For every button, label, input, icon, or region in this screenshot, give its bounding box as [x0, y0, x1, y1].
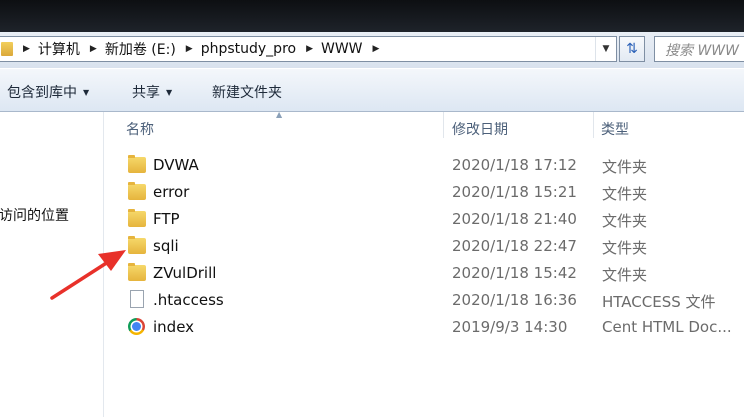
file-date: 2020/1/18 15:21 [452, 183, 577, 201]
column-header-type[interactable]: 类型 [594, 112, 744, 142]
address-bar[interactable]: ▶ 计算机 ▶ 新加卷 (E:) ▶ phpstudy_pro ▶ WWW ▶ … [0, 36, 617, 62]
command-toolbar: 包含到库中 ▼ 共享 ▼ 新建文件夹 [0, 68, 744, 112]
breadcrumb-phpstudy[interactable]: ▶ phpstudy_pro [176, 37, 296, 61]
file-name: .htaccess [153, 291, 224, 309]
new-folder-button[interactable]: 新建文件夹 [212, 82, 282, 102]
share-button[interactable]: 共享 ▼ [132, 82, 172, 102]
file-name: ZVulDrill [153, 264, 217, 282]
file-row-zvuldrill[interactable]: ZVulDrill 2020/1/18 15:42 文件夹 [104, 260, 744, 287]
file-row-index[interactable]: index 2019/9/3 14:30 Cent HTML Doc... [104, 314, 744, 341]
column-header-label: 名称 [126, 122, 154, 138]
file-row-ftp[interactable]: FTP 2020/1/18 21:40 文件夹 [104, 206, 744, 233]
file-name: error [153, 183, 190, 201]
caret-down-icon: ▼ [83, 88, 90, 97]
folder-icon [128, 182, 146, 200]
file-date: 2020/1/18 15:42 [452, 264, 577, 282]
file-row-htaccess[interactable]: .htaccess 2020/1/18 16:36 HTACCESS 文件 [104, 287, 744, 314]
column-header-name[interactable]: 名称 [104, 112, 443, 142]
column-header-label: 修改日期 [452, 122, 508, 138]
breadcrumb-www[interactable]: ▶ WWW ▶ [296, 37, 387, 61]
file-name: sqli [153, 237, 179, 255]
file-name: DVWA [153, 156, 199, 174]
file-name: index [153, 318, 195, 336]
address-history-dropdown[interactable]: ▼ [595, 37, 616, 61]
include-in-library-label: 包含到库中 [7, 85, 77, 101]
file-date: 2020/1/18 17:12 [452, 156, 577, 174]
chrome-html-icon [128, 318, 145, 335]
file-name: FTP [153, 210, 180, 228]
folder-icon [1, 42, 13, 56]
include-in-library-button[interactable]: 包含到库中 ▼ [7, 82, 89, 102]
chevron-right-icon[interactable]: ▶ [23, 44, 30, 54]
file-type: 文件夹 [602, 239, 648, 257]
file-type: HTACCESS 文件 [602, 293, 716, 311]
column-header-label: 类型 [601, 122, 629, 138]
folder-icon [128, 209, 146, 227]
folder-icon [128, 155, 146, 173]
file-icon [130, 290, 144, 308]
folder-icon [128, 263, 146, 281]
share-label: 共享 [132, 85, 160, 101]
refresh-icon: ⇅ [626, 41, 638, 57]
navigation-pane: 访问的位置 [0, 112, 104, 417]
column-header-modified[interactable]: 修改日期 [444, 112, 593, 142]
file-row-dvwa[interactable]: DVWA 2020/1/18 17:12 文件夹 [104, 152, 744, 179]
caret-down-icon: ▼ [166, 88, 173, 97]
chevron-right-icon[interactable]: ▶ [90, 44, 97, 54]
file-type: 文件夹 [602, 185, 648, 203]
file-date: 2020/1/18 21:40 [452, 210, 577, 228]
refresh-button[interactable]: ⇅ [619, 36, 645, 62]
file-row-error[interactable]: error 2020/1/18 15:21 文件夹 [104, 179, 744, 206]
file-row-sqli[interactable]: sqli 2020/1/18 22:47 文件夹 [104, 233, 744, 260]
new-folder-label: 新建文件夹 [212, 85, 282, 101]
nav-item-recent-places[interactable]: 访问的位置 [0, 205, 69, 225]
breadcrumb-label[interactable]: 计算机 [38, 39, 80, 59]
breadcrumb-label[interactable]: WWW [321, 41, 363, 57]
file-date: 2020/1/18 16:36 [452, 291, 577, 309]
file-date: 2020/1/18 22:47 [452, 237, 577, 255]
file-type: 文件夹 [602, 212, 648, 230]
file-date: 2019/9/3 14:30 [452, 318, 568, 336]
breadcrumb-computer[interactable]: ▶ 计算机 [13, 37, 80, 61]
file-type: Cent HTML Doc... [602, 318, 732, 336]
search-placeholder: 搜索 WWW [665, 43, 739, 59]
chevron-right-icon[interactable]: ▶ [306, 44, 313, 54]
breadcrumb-drive[interactable]: ▶ 新加卷 (E:) [80, 37, 176, 61]
folder-icon [128, 236, 146, 254]
window-title-bar [0, 0, 744, 32]
file-type: 文件夹 [602, 266, 648, 284]
breadcrumb-label[interactable]: 新加卷 (E:) [105, 39, 176, 59]
chevron-right-icon[interactable]: ▶ [186, 44, 193, 54]
search-input[interactable]: 搜索 WWW [654, 36, 744, 62]
chevron-right-icon[interactable]: ▶ [373, 44, 380, 54]
breadcrumb-label[interactable]: phpstudy_pro [201, 41, 296, 57]
file-type: 文件夹 [602, 158, 648, 176]
